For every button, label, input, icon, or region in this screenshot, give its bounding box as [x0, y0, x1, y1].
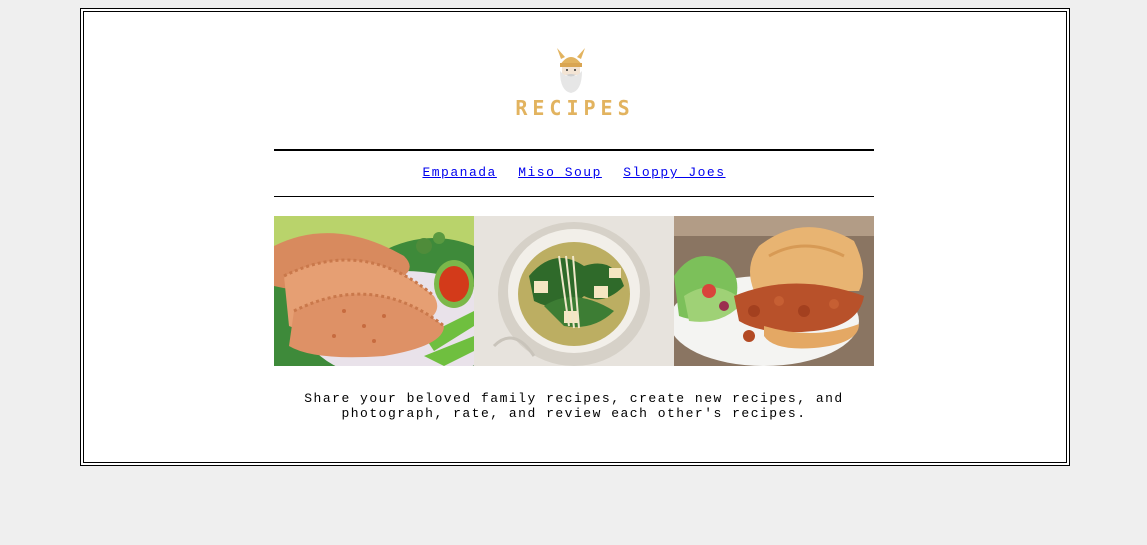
sloppy-joe-photo — [674, 216, 874, 366]
page-frame-inner: RECIPES Empanada Miso Soup Sloppy Joes S… — [83, 11, 1067, 463]
viking-helmet-icon — [551, 45, 591, 95]
photo-gallery — [274, 216, 874, 366]
miso-soup-photo — [474, 216, 674, 366]
page-frame: RECIPES Empanada Miso Soup Sloppy Joes S… — [80, 8, 1070, 466]
nav-link-empanada[interactable]: Empanada — [422, 165, 496, 180]
nav-link-sloppy-joes[interactable]: Sloppy Joes — [623, 165, 725, 180]
site-tagline: Share your beloved family recipes, creat… — [304, 391, 844, 421]
nav-link-miso-soup[interactable]: Miso Soup — [518, 165, 602, 180]
recipe-nav: Empanada Miso Soup Sloppy Joes — [274, 165, 874, 180]
site-title: RECIPES — [515, 96, 635, 120]
nav-divider-top — [274, 149, 874, 151]
empanada-photo — [274, 216, 474, 366]
nav-divider-bottom — [274, 196, 874, 197]
